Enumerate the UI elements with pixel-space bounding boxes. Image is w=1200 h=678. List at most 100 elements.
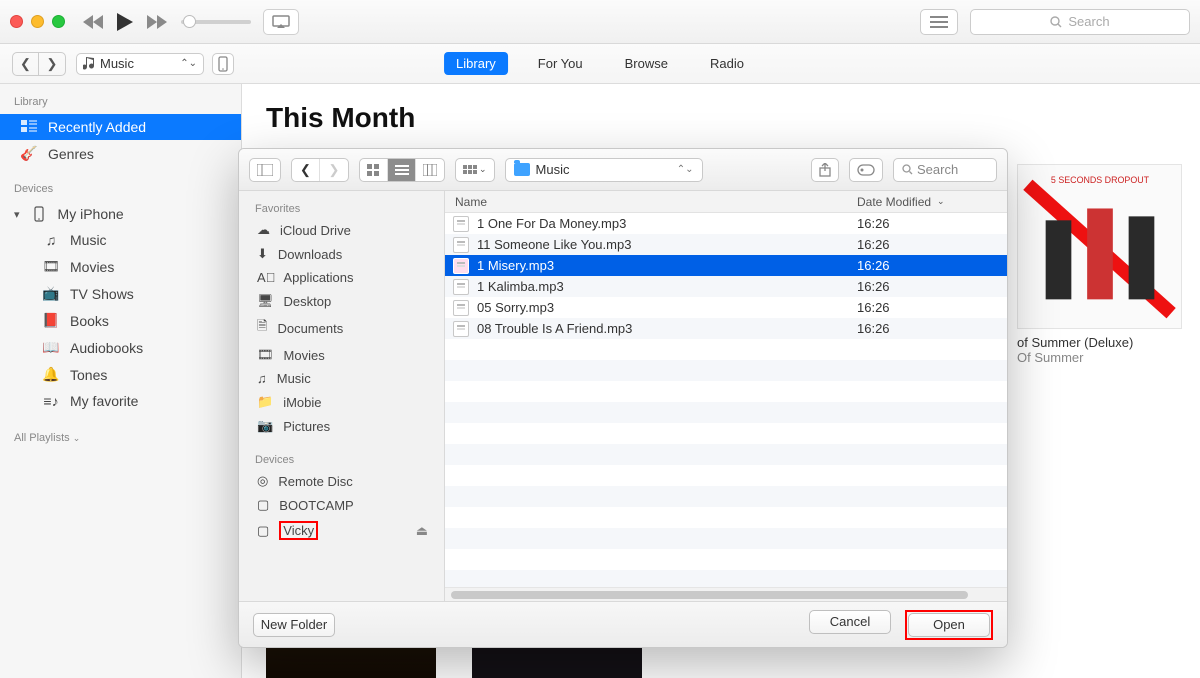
sidebar-item-applications[interactable]: A⃞Applications	[239, 266, 444, 289]
tab-library[interactable]: Library	[444, 52, 508, 75]
sidebar-item-imobie[interactable]: 📁iMobie	[239, 390, 444, 414]
view-icon-button[interactable]	[360, 159, 388, 181]
sidebar-item-documents[interactable]: 🗎Documents	[239, 313, 444, 343]
nav-forward-button[interactable]: ❯	[39, 53, 65, 75]
search-icon	[1050, 16, 1062, 28]
disclosure-triangle-icon[interactable]: ▾	[14, 208, 20, 221]
disc-icon: ◎	[257, 473, 268, 489]
file-row[interactable]: 11 Someone Like You.mp3 16:26	[445, 234, 1007, 255]
sidebar-item-desktop[interactable]: 🖥Desktop	[239, 289, 444, 313]
sidebar-item-bootcamp[interactable]: ▢BOOTCAMP	[239, 493, 444, 517]
file-row[interactable]: 1 Kalimba.mp3 16:26	[445, 276, 1007, 297]
nav-forward-button[interactable]: ❯	[320, 159, 348, 181]
window-minimize-icon[interactable]	[31, 15, 44, 28]
share-icon	[819, 163, 831, 177]
file-row-empty	[445, 381, 1007, 402]
file-row[interactable]: 1 One For Da Money.mp3 16:26	[445, 213, 1007, 234]
eject-icon[interactable]: ⏏	[416, 523, 428, 539]
sidebar-all-playlists[interactable]: All Playlists ⌄	[0, 426, 241, 450]
play-icon[interactable]	[117, 13, 133, 31]
device-button[interactable]	[212, 53, 234, 75]
tab-browse[interactable]: Browse	[613, 52, 680, 75]
window-titlebar: Search	[0, 0, 1200, 44]
sidebar-item-pictures[interactable]: 📷Pictures	[239, 414, 444, 438]
share-button[interactable]	[811, 158, 839, 182]
sidebar-item-vicky[interactable]: ▢Vicky⏏	[239, 517, 444, 544]
app-icon: A⃞	[257, 270, 273, 285]
prev-track-icon[interactable]	[83, 15, 103, 29]
tab-for-you[interactable]: For You	[526, 52, 595, 75]
chevron-down-icon: ⌄	[479, 164, 487, 175]
sidebar-item-recently-added[interactable]: Recently Added	[0, 114, 241, 140]
dialog-search-field[interactable]: Search	[893, 158, 997, 182]
dialog-sidebar: Favorites ☁︎iCloud Drive ⬇︎Downloads A⃞A…	[239, 191, 445, 601]
file-modified: 16:26	[857, 279, 1007, 294]
column-date-modified[interactable]: Date Modified⌄	[857, 195, 1007, 209]
app-search-placeholder: Search	[1068, 14, 1109, 29]
list-icon	[930, 16, 948, 28]
sidebar-item-icloud[interactable]: ☁︎iCloud Drive	[239, 218, 444, 242]
sidebar-device-favorite[interactable]: ≡♪My favorite	[0, 388, 241, 414]
view-columns-button[interactable]	[416, 159, 444, 181]
file-row[interactable]: 08 Trouble Is A Friend.mp3 16:26	[445, 318, 1007, 339]
album-item-right[interactable]: 5 SECONDS DROPOUT of Summer (Deluxe) Of …	[1017, 164, 1182, 365]
sidebar-device-label: My iPhone	[58, 206, 124, 222]
file-row-empty	[445, 528, 1007, 549]
next-track-icon[interactable]	[147, 15, 167, 29]
sidebar-device-audiobooks[interactable]: 📖Audiobooks	[0, 334, 241, 361]
tags-button[interactable]	[849, 158, 883, 182]
file-modified: 16:26	[857, 321, 1007, 336]
file-modified: 16:26	[857, 258, 1007, 273]
window-zoom-icon[interactable]	[52, 15, 65, 28]
file-row-empty	[445, 444, 1007, 465]
file-row[interactable]: 05 Sorry.mp3 16:26	[445, 297, 1007, 318]
app-search-field[interactable]: Search	[970, 9, 1190, 35]
folder-icon: 📁	[257, 394, 273, 410]
airplay-button[interactable]	[263, 9, 299, 35]
file-row-empty	[445, 507, 1007, 528]
file-row[interactable]: 1 Misery.mp3 16:26	[445, 255, 1007, 276]
file-row-empty	[445, 570, 1007, 587]
tab-radio[interactable]: Radio	[698, 52, 756, 75]
sidebar-item-movies[interactable]: 🎞Movies	[239, 343, 444, 367]
chevron-updown-icon: ⌃⌄	[180, 58, 197, 69]
sidebar-device-movies[interactable]: 🎞Movies	[0, 253, 241, 280]
nav-back-button[interactable]: ❮	[292, 159, 320, 181]
sidebar-item-music[interactable]: ♫Music	[239, 367, 444, 390]
audiobook-icon: 📖	[42, 339, 60, 356]
cancel-button[interactable]: Cancel	[809, 610, 891, 634]
desktop-icon: 🖥	[257, 293, 274, 309]
file-list: Name Date Modified⌄ 1 One For Da Money.m…	[445, 191, 1007, 601]
window-close-icon[interactable]	[10, 15, 23, 28]
list-view-button[interactable]	[920, 9, 958, 35]
sidebar-item-label: Genres	[48, 146, 94, 162]
nav-bar: ❮ ❯ Music ⌃⌄ Library For You Browse Radi…	[0, 44, 1200, 84]
list-icon	[395, 164, 409, 176]
tv-icon: 📺	[42, 285, 60, 302]
sidebar-device-tv[interactable]: 📺TV Shows	[0, 280, 241, 307]
media-selector[interactable]: Music ⌃⌄	[76, 53, 204, 75]
sidebar-toggle-button[interactable]	[249, 158, 281, 182]
sidebar-device-tones[interactable]: 🔔Tones	[0, 361, 241, 388]
group-by-button[interactable]: ⌄	[455, 158, 495, 182]
film-icon: 🎞	[257, 347, 274, 363]
sidebar-device-books[interactable]: 📕Books	[0, 307, 241, 334]
sidebar-device-music[interactable]: ♫Music	[0, 227, 241, 253]
column-name[interactable]: Name	[445, 195, 857, 209]
sidebar-item-genres[interactable]: 🎸 Genres	[0, 140, 241, 167]
new-folder-button[interactable]: New Folder	[253, 613, 335, 637]
columns-icon	[257, 164, 273, 176]
file-icon	[453, 258, 469, 274]
sidebar-item-remote-disc[interactable]: ◎Remote Disc	[239, 469, 444, 493]
view-list-button[interactable]	[388, 159, 416, 181]
music-note-icon: ♫	[42, 232, 60, 248]
sidebar-item-downloads[interactable]: ⬇︎Downloads	[239, 242, 444, 266]
nav-back-button[interactable]: ❮	[13, 53, 39, 75]
file-modified: 16:26	[857, 300, 1007, 315]
file-icon	[453, 216, 469, 232]
volume-slider[interactable]	[181, 20, 251, 24]
sidebar-device-iphone[interactable]: ▾ My iPhone	[0, 201, 241, 227]
horizontal-scrollbar[interactable]	[445, 587, 1007, 601]
open-button[interactable]: Open	[908, 613, 990, 637]
path-selector[interactable]: Music ⌃⌄	[505, 158, 703, 182]
